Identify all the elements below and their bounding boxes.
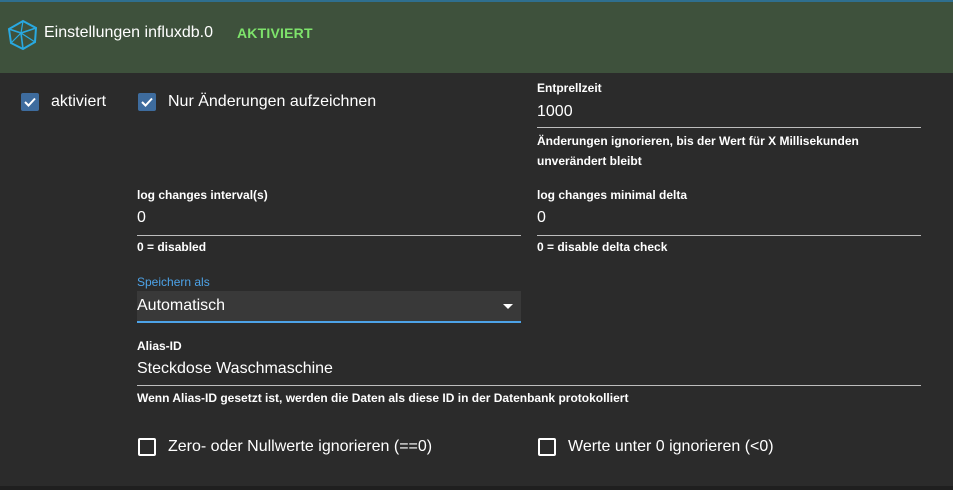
alias-id-input[interactable]: Steckdose Waschmaschine: [137, 360, 333, 378]
store-as-select[interactable]: Automatisch: [137, 291, 521, 321]
debounce-helper: Änderungen ignorieren, bis der Wert für …: [537, 131, 921, 171]
status-badge: AKTIVIERT: [237, 25, 313, 41]
enabled-label[interactable]: aktiviert: [51, 93, 106, 111]
changes-only-checkbox[interactable]: [138, 93, 156, 111]
alias-id-underline: [137, 385, 921, 386]
store-as-label: Speichern als: [137, 275, 210, 289]
log-delta-helper: 0 = disable delta check: [537, 240, 668, 254]
ignore-zero-checkbox[interactable]: [138, 438, 156, 456]
log-interval-helper: 0 = disabled: [137, 240, 207, 254]
alias-id-helper: Wenn Alias-ID gesetzt ist, werden die Da…: [137, 391, 629, 405]
log-interval-label: log changes interval(s): [137, 188, 268, 202]
alias-id-label: Alias-ID: [137, 339, 182, 353]
log-delta-input[interactable]: 0: [537, 209, 546, 227]
dialog-header: Einstellungen influxdb.0 AKTIVIERT: [0, 2, 953, 73]
log-interval-underline: [137, 235, 521, 236]
dialog-title: Einstellungen influxdb.0: [44, 24, 214, 41]
checkmark-icon: [24, 97, 36, 107]
debounce-helper-line2: unverändert bleibt: [537, 154, 642, 168]
ignore-below-zero-label[interactable]: Werte unter 0 ignorieren (<0): [568, 438, 774, 456]
dropdown-arrow-icon[interactable]: [503, 304, 513, 309]
changes-only-label[interactable]: Nur Änderungen aufzeichnen: [168, 93, 376, 111]
bottom-border: [0, 486, 953, 490]
debounce-input[interactable]: 1000: [537, 103, 573, 121]
debounce-label: Entprellzeit: [537, 81, 602, 95]
ignore-below-zero-checkbox[interactable]: [538, 438, 556, 456]
enabled-checkbox[interactable]: [21, 93, 39, 111]
log-interval-input[interactable]: 0: [137, 209, 146, 227]
store-as-value: Automatisch: [137, 297, 226, 314]
checkmark-icon: [141, 97, 153, 107]
log-delta-label: log changes minimal delta: [537, 188, 688, 202]
influxdb-logo-icon: [7, 19, 39, 51]
ignore-zero-label[interactable]: Zero- oder Nullwerte ignorieren (==0): [168, 438, 432, 456]
log-delta-underline: [537, 235, 921, 236]
debounce-helper-line1: Änderungen ignorieren, bis der Wert für …: [537, 134, 859, 148]
store-as-underline: [137, 321, 521, 323]
debounce-underline: [537, 127, 921, 128]
